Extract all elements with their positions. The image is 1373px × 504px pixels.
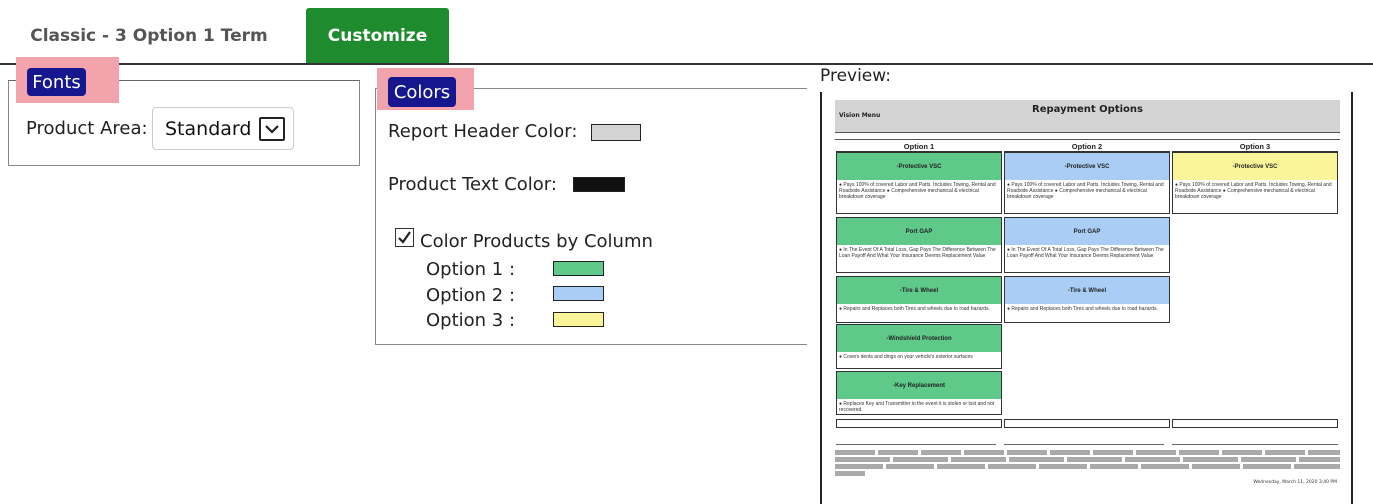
preview-card-vsc-3: -Protective VSC ● Pays 100% of covered L… <box>1172 152 1338 214</box>
tab-customize-label: Customize <box>327 26 428 46</box>
color-by-column-label: Color Products by Column <box>420 231 653 252</box>
preview-card-title: -Windshield Protection <box>837 325 1001 352</box>
option-1-color-swatch[interactable] <box>553 261 604 276</box>
preview-card-body: ● Replaces Key and Transmitter in the ev… <box>839 401 995 413</box>
product-area-value: Standard <box>165 117 252 140</box>
tab-classic-label: Classic - 3 Option 1 Term <box>30 26 268 46</box>
preview-card-vsc-2: -Protective VSC ● Pays 100% of covered L… <box>1004 152 1170 214</box>
report-header-color-label: Report Header Color: <box>388 121 578 142</box>
option-1-label: Option 1 : <box>426 259 516 280</box>
colors-legend[interactable]: Colors <box>388 77 456 107</box>
preview-card-tire-1: -Tire & Wheel ● Repairs and Replaces bot… <box>836 276 1002 323</box>
preview-card-title: -Tire & Wheel <box>1005 277 1169 304</box>
preview-menu-label: Vision Menu <box>839 112 881 119</box>
preview-frame: Vision Menu Repayment Options Option 1 O… <box>820 92 1353 504</box>
preview-card-body: ● In The Event Of A Total Loss, Gap Pays… <box>1007 247 1164 259</box>
preview-card-vsc-1: -Protective VSC ● Pays 100% of covered L… <box>836 152 1002 214</box>
preview-card-title: -Key Replacement <box>837 372 1001 399</box>
tab-classic[interactable]: Classic - 3 Option 1 Term <box>14 8 284 64</box>
option-3-color-swatch[interactable] <box>553 312 604 327</box>
colors-legend-label: Colors <box>393 81 451 103</box>
fonts-legend[interactable]: Fonts <box>27 68 86 96</box>
preview-card-body: ● Pays 100% of covered Labor and Parts. … <box>839 182 996 200</box>
option-2-color-swatch[interactable] <box>553 286 604 301</box>
preview-col-head-3: Option 3 <box>1172 142 1338 152</box>
color-by-column-checkbox[interactable] <box>395 228 414 247</box>
preview-card-title: -Tire & Wheel <box>837 277 1001 304</box>
preview-signature-line-2 <box>1004 444 1164 445</box>
preview-card-title: Port GAP <box>1005 218 1169 245</box>
preview-label: Preview: <box>820 66 891 86</box>
preview-card-body: ● In The Event Of A Total Loss, Gap Pays… <box>839 247 996 259</box>
preview-card-gap-1: Port GAP ● In The Event Of A Total Loss,… <box>836 217 1002 273</box>
preview-card-body: ● Repairs and Replaces both Tires and wh… <box>1007 306 1158 312</box>
preview-card-body: ● Repairs and Replaces both Tires and wh… <box>839 306 990 312</box>
preview-signature-line-1 <box>836 444 996 445</box>
option-3-label: Option 3 : <box>426 310 516 331</box>
preview-footer-date: Wednesday, March 11, 2020 3:40 PM <box>1253 480 1337 485</box>
preview-disclaimer <box>835 450 1340 476</box>
preview-col-head-2: Option 2 <box>1004 142 1170 152</box>
product-area-select[interactable]: Standard <box>152 107 294 150</box>
preview-card-body: ● Pays 100% of covered Labor and Parts. … <box>1007 182 1164 200</box>
preview-card-title: -Protective VSC <box>837 153 1001 180</box>
preview-card-body: ● Covers dents and dings on your vehicle… <box>839 354 973 360</box>
preview-term-row-2 <box>1004 419 1170 428</box>
preview-card-title: -Protective VSC <box>1005 153 1169 180</box>
preview-sub-bar <box>835 132 1340 140</box>
tab-customize[interactable]: Customize <box>306 8 449 64</box>
preview-title: Repayment Options <box>1032 104 1143 115</box>
product-text-color-swatch[interactable] <box>573 177 625 192</box>
fonts-legend-label: Fonts <box>32 71 81 93</box>
chevron-down-icon <box>259 117 285 141</box>
preview-card-key-1: -Key Replacement ● Replaces Key and Tran… <box>836 371 1002 415</box>
preview-card-body: ● Pays 100% of covered Labor and Parts. … <box>1175 182 1332 200</box>
preview-card-title: -Protective VSC <box>1173 153 1337 180</box>
preview-term-row-1 <box>836 419 1002 428</box>
product-area-label: Product Area: <box>26 118 148 139</box>
checkmark-icon <box>398 231 411 244</box>
preview-col-head-1: Option 1 <box>836 142 1002 152</box>
preview-card-gap-2: Port GAP ● In The Event Of A Total Loss,… <box>1004 217 1170 273</box>
preview-card-title: Port GAP <box>837 218 1001 245</box>
report-header-color-swatch[interactable] <box>591 124 641 141</box>
product-text-color-label: Product Text Color: <box>388 174 557 195</box>
preview-term-row-3 <box>1172 419 1338 428</box>
tab-divider <box>0 63 1373 65</box>
preview-card-windshield-1: -Windshield Protection ● Covers dents an… <box>836 324 1002 369</box>
option-2-label: Option 2 : <box>426 285 516 306</box>
preview-signature-line-3 <box>1172 444 1338 445</box>
preview-card-tire-2: -Tire & Wheel ● Repairs and Replaces bot… <box>1004 276 1170 323</box>
